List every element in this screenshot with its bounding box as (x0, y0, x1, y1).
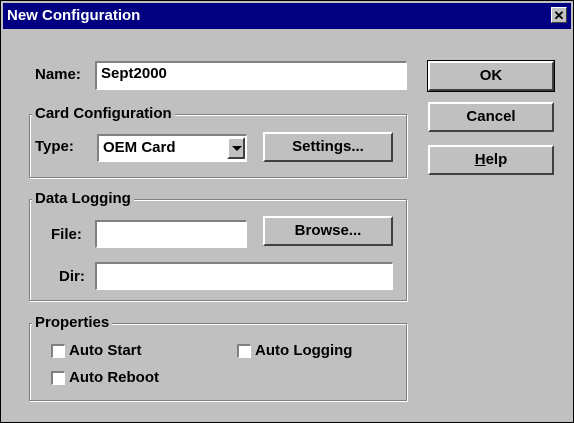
auto-reboot-checkbox[interactable] (51, 371, 65, 385)
auto-logging-checkbox[interactable] (237, 344, 251, 358)
title-bar[interactable]: New Configuration ✕ (3, 3, 571, 29)
ok-button[interactable]: OK (427, 60, 555, 92)
window-title: New Configuration (7, 7, 141, 24)
cancel-button-label: Cancel (466, 108, 516, 125)
help-button-label: Help (475, 147, 508, 173)
settings-button[interactable]: Settings... (263, 132, 393, 162)
settings-button-label: Settings... (292, 138, 364, 155)
ok-button-label: OK (479, 67, 503, 84)
data-logging-title: Data Logging (32, 190, 134, 207)
type-select[interactable]: OEM Card (97, 134, 247, 162)
name-label: Name: (35, 66, 81, 83)
auto-start-label[interactable]: Auto Start (69, 342, 142, 359)
browse-button[interactable]: Browse... (263, 216, 393, 246)
help-button[interactable]: Help (428, 145, 554, 175)
dir-input[interactable] (95, 262, 393, 290)
auto-logging-label[interactable]: Auto Logging (255, 342, 352, 359)
name-input[interactable]: Sept2000 (95, 61, 407, 90)
type-select-value: OEM Card (103, 139, 176, 156)
cancel-button[interactable]: Cancel (428, 102, 554, 132)
file-label: File: (51, 226, 82, 243)
auto-start-checkbox[interactable] (51, 344, 65, 358)
dir-label: Dir: (59, 268, 85, 285)
help-label-rest: elp (485, 151, 508, 168)
card-configuration-title: Card Configuration (32, 105, 175, 122)
properties-title: Properties (32, 314, 113, 331)
file-input[interactable] (95, 220, 247, 248)
type-dropdown-button[interactable] (227, 137, 245, 159)
new-configuration-dialog: New Configuration ✕ Name: Sept2000 OK Ca… (0, 0, 574, 423)
type-label: Type: (35, 138, 74, 155)
auto-reboot-label[interactable]: Auto Reboot (69, 369, 159, 386)
chevron-down-icon (232, 146, 242, 151)
close-button[interactable]: ✕ (551, 7, 567, 23)
help-mnemonic: H (474, 151, 486, 168)
browse-button-label: Browse... (294, 222, 362, 239)
name-input-value: Sept2000 (101, 65, 167, 82)
close-icon: ✕ (553, 8, 565, 23)
properties-group (29, 323, 407, 401)
